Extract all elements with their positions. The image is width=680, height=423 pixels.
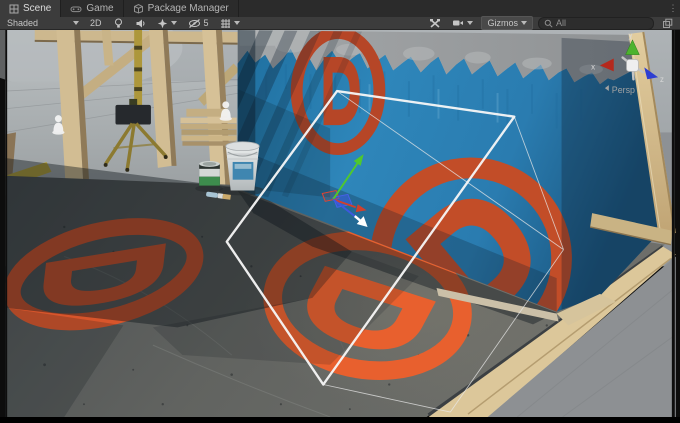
game-controller-icon: [70, 4, 82, 14]
grid-visibility-dropdown[interactable]: [217, 17, 243, 29]
draw-mode-label: Shaded: [7, 18, 38, 28]
toggle-2d-label: 2D: [90, 18, 102, 28]
chevron-down-icon: [234, 21, 240, 25]
right-border: [672, 30, 675, 417]
window-bottom-border: [0, 417, 680, 423]
scene-toolbar: Shaded 2D 5: [0, 17, 680, 30]
kebab-menu-icon[interactable]: ⋮: [666, 0, 680, 17]
gizmos-dropdown[interactable]: Gizmos: [481, 16, 533, 30]
chevron-down-icon: [521, 21, 527, 25]
eye-hidden-icon: [188, 18, 201, 29]
search-icon: [544, 19, 553, 28]
scene-camera-icon: [452, 18, 464, 28]
hidden-object-count: 5: [204, 18, 209, 28]
projection-mode-label[interactable]: Persp: [612, 85, 635, 95]
wrench-hammer-icon[interactable]: [426, 17, 444, 29]
scene-visibility-toggle[interactable]: 5: [185, 17, 212, 29]
chevron-down-icon: [467, 21, 473, 25]
tab-game[interactable]: Game: [61, 0, 123, 17]
paint-bucket[interactable]: [226, 142, 259, 191]
tab-scene-label: Scene: [23, 3, 51, 14]
unity-editor-window: Scene Game Package Manager ⋮ Shaded 2D: [0, 0, 680, 423]
chevron-down-icon: [73, 21, 79, 25]
search-input[interactable]: All: [538, 17, 654, 30]
windows-stack-icon[interactable]: [659, 17, 676, 29]
gizmo-center-cube[interactable]: [627, 60, 639, 72]
tab-game-label: Game: [86, 3, 113, 14]
tab-scene[interactable]: Scene: [0, 0, 61, 17]
gizmo-z-label: z: [660, 75, 664, 84]
speaker-icon[interactable]: [132, 17, 149, 29]
tab-bar: Scene Game Package Manager ⋮: [0, 0, 680, 17]
scene-viewport[interactable]: y x z Persp: [0, 30, 680, 417]
effects-sparkle-icon: [157, 18, 168, 29]
left-border: [5, 30, 7, 417]
grid-visibility-icon: [220, 18, 231, 29]
paint-can[interactable]: [199, 161, 220, 188]
effects-dropdown[interactable]: [154, 17, 180, 29]
scene-camera-dropdown[interactable]: [449, 17, 476, 29]
chevron-down-icon: [171, 21, 177, 25]
scene-grid-icon: [9, 4, 19, 14]
gizmos-label: Gizmos: [487, 18, 518, 28]
search-value: All: [556, 18, 566, 28]
package-box-icon: [133, 3, 144, 14]
lightbulb-icon[interactable]: [110, 17, 127, 29]
tab-package-manager-label: Package Manager: [148, 3, 229, 14]
tab-package-manager[interactable]: Package Manager: [124, 0, 239, 17]
draw-mode-dropdown[interactable]: Shaded: [4, 17, 82, 29]
gizmo-x-label: x: [591, 62, 595, 71]
tabbar-spacer: [239, 0, 666, 17]
toggle-2d-button[interactable]: 2D: [87, 17, 105, 29]
gizmo-y-label: y: [629, 31, 633, 40]
